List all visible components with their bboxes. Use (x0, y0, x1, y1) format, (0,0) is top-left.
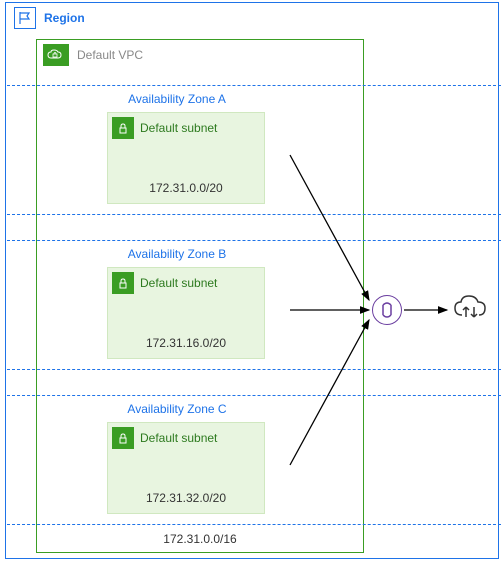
az-label: Availability Zone B (77, 241, 277, 261)
subnet-header: Default subnet (108, 268, 264, 298)
subnet-cidr: 172.31.16.0/20 (108, 336, 264, 350)
subnet-header: Default subnet (108, 113, 264, 143)
subnet-label: Default subnet (140, 276, 217, 290)
cloud-lock-icon (43, 44, 69, 66)
availability-zone-a: Availability Zone A Default subnet 172.3… (7, 85, 501, 215)
lock-icon (112, 117, 134, 139)
vpc-cidr: 172.31.0.0/16 (37, 532, 363, 546)
vpc-label: Default VPC (77, 48, 143, 62)
lock-icon (112, 427, 134, 449)
subnet-header: Default subnet (108, 423, 264, 453)
subnet-cidr: 172.31.32.0/20 (108, 491, 264, 505)
subnet-b: Default subnet 172.31.16.0/20 (107, 267, 265, 359)
region-label: Region (44, 11, 85, 25)
flag-icon (14, 7, 36, 29)
az-label: Availability Zone A (77, 86, 277, 106)
subnet-label: Default subnet (140, 121, 217, 135)
region-header: Region (6, 3, 498, 33)
internet-cloud-icon (452, 293, 490, 325)
subnet-a: Default subnet 172.31.0.0/20 (107, 112, 265, 204)
subnet-cidr: 172.31.0.0/20 (108, 181, 264, 195)
subnet-label: Default subnet (140, 431, 217, 445)
internet-gateway-icon (372, 295, 402, 325)
vpc-container: Default VPC Availability Zone A Default … (36, 39, 364, 553)
vpc-header: Default VPC (37, 40, 363, 70)
availability-zone-b: Availability Zone B Default subnet 172.3… (7, 240, 501, 370)
subnet-c: Default subnet 172.31.32.0/20 (107, 422, 265, 514)
availability-zone-c: Availability Zone C Default subnet 172.3… (7, 395, 501, 525)
lock-icon (112, 272, 134, 294)
az-label: Availability Zone C (77, 396, 277, 416)
region-container: Region Default VPC Availability Zone A (5, 2, 499, 559)
